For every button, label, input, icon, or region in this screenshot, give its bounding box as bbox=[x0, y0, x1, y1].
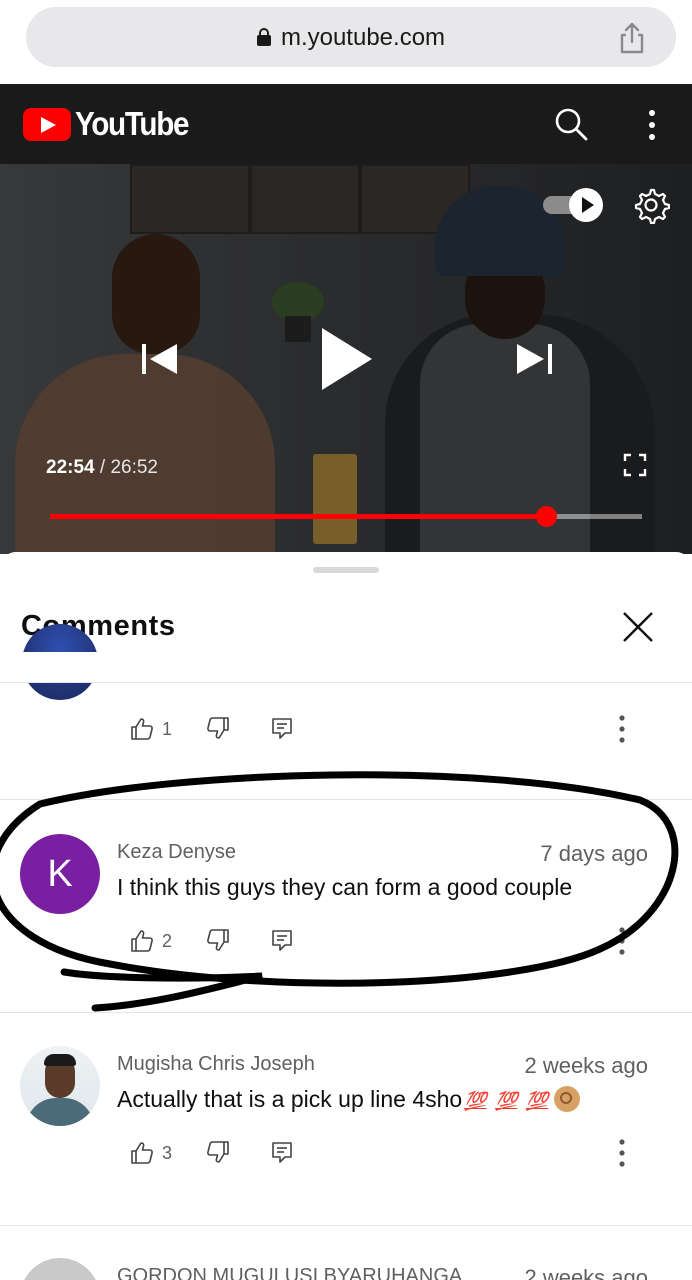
reply-icon bbox=[272, 1142, 292, 1163]
comment-divider bbox=[0, 799, 692, 800]
comment-actions: 2 bbox=[130, 928, 292, 954]
thumbs-down-icon bbox=[207, 1141, 229, 1163]
scroll-mask bbox=[0, 652, 692, 682]
avatar[interactable] bbox=[20, 1046, 100, 1126]
like-button[interactable]: 2 bbox=[130, 929, 172, 953]
avatar[interactable] bbox=[20, 1258, 100, 1280]
comment-author[interactable]: GORDON MUGULUSI BYARUHANGA bbox=[117, 1265, 462, 1280]
hundred-points-emoji: 💯 bbox=[464, 1091, 487, 1111]
hundred-points-emoji: 💯 bbox=[525, 1091, 549, 1111]
comments-panel: Comments 1 K Keza Denyse 7 days ago I th… bbox=[0, 552, 692, 1280]
comment-actions: 3 bbox=[130, 1140, 292, 1166]
dislike-button[interactable] bbox=[206, 928, 230, 952]
fullscreen-icon[interactable] bbox=[623, 453, 647, 477]
share-icon[interactable] bbox=[616, 21, 648, 55]
reply-button[interactable] bbox=[270, 716, 294, 740]
next-icon[interactable] bbox=[514, 342, 554, 376]
video-player[interactable]: 22:54 / 26:52 bbox=[0, 164, 692, 554]
progress-played bbox=[50, 514, 546, 519]
avatar-letter: K bbox=[47, 853, 73, 895]
comment-author[interactable]: Mugisha Chris Joseph bbox=[117, 1053, 315, 1076]
dislike-button[interactable] bbox=[206, 1140, 230, 1164]
comment-more-icon[interactable] bbox=[612, 1138, 632, 1168]
youtube-logo-icon bbox=[23, 107, 71, 141]
comment-actions: 1 bbox=[130, 716, 292, 742]
hundred-points-emoji: 💯 bbox=[495, 1091, 518, 1111]
current-time: 22:54 bbox=[46, 457, 95, 478]
like-count: 3 bbox=[162, 1142, 173, 1163]
comment-time: 2 weeks ago bbox=[524, 1053, 648, 1078]
comment-item: GORDON MUGULUSI BYARUHANGA 2 weeks ago bbox=[0, 1246, 692, 1280]
ok-hand-emoji bbox=[554, 1086, 581, 1112]
url-display[interactable]: m.youtube.com bbox=[26, 24, 676, 52]
like-button[interactable]: 1 bbox=[130, 717, 172, 741]
comment-item: K Keza Denyse 7 days ago I think this gu… bbox=[0, 822, 692, 992]
comment-divider bbox=[0, 1225, 692, 1226]
time-separator: / bbox=[99, 457, 106, 478]
header-divider-shadow bbox=[0, 682, 692, 683]
close-icon[interactable] bbox=[620, 609, 656, 645]
progress-bar[interactable] bbox=[50, 506, 642, 527]
comment-item: Mugisha Chris Joseph 2 weeks ago Actuall… bbox=[0, 1034, 692, 1204]
comment-divider bbox=[0, 1012, 692, 1013]
comment-more-icon[interactable] bbox=[612, 714, 632, 744]
settings-gear-icon[interactable] bbox=[632, 186, 670, 224]
lock-icon bbox=[256, 28, 271, 46]
play-icon[interactable] bbox=[318, 326, 374, 392]
comment-time: 7 days ago bbox=[540, 841, 648, 866]
address-bar[interactable]: m.youtube.com bbox=[26, 7, 676, 67]
duration: 26:52 bbox=[110, 457, 158, 478]
comment-text: I think this guys they can form a good c… bbox=[117, 874, 573, 900]
like-count: 1 bbox=[162, 718, 173, 739]
reply-icon bbox=[272, 718, 292, 739]
thumbs-up-icon bbox=[131, 1142, 153, 1164]
previous-icon[interactable] bbox=[140, 342, 180, 376]
youtube-logo[interactable]: YouTube bbox=[23, 105, 201, 142]
progress-scrubber[interactable] bbox=[535, 506, 557, 527]
more-vertical-icon[interactable] bbox=[640, 108, 664, 142]
avatar[interactable]: K bbox=[20, 834, 100, 914]
comment-text-body: Actually that is a pick up line 4sho bbox=[117, 1086, 463, 1112]
youtube-wordmark: YouTube bbox=[75, 105, 190, 142]
like-count: 2 bbox=[162, 930, 173, 951]
thumbs-up-icon bbox=[131, 718, 153, 740]
reply-button[interactable] bbox=[270, 928, 294, 952]
like-button[interactable]: 3 bbox=[130, 1141, 172, 1165]
browser-bar: m.youtube.com bbox=[0, 0, 692, 84]
autoplay-toggle-icon[interactable] bbox=[543, 188, 603, 222]
comment-item: 1 bbox=[0, 624, 692, 802]
thumbs-up-icon bbox=[131, 930, 153, 952]
comment-more-icon[interactable] bbox=[612, 926, 632, 956]
reply-icon bbox=[272, 930, 292, 951]
reply-button[interactable] bbox=[270, 1140, 294, 1164]
playback-time: 22:54 / 26:52 bbox=[46, 457, 158, 479]
youtube-header: YouTube bbox=[0, 84, 692, 164]
comment-author[interactable]: Keza Denyse bbox=[117, 841, 236, 864]
drag-handle[interactable] bbox=[313, 567, 379, 573]
comment-text: Actually that is a pick up line 4sho 💯 💯 … bbox=[117, 1086, 581, 1113]
dislike-button[interactable] bbox=[206, 716, 230, 740]
thumbs-down-icon bbox=[207, 929, 229, 951]
thumbs-down-icon bbox=[207, 717, 229, 739]
search-icon[interactable] bbox=[553, 106, 589, 142]
url-text: m.youtube.com bbox=[280, 24, 446, 51]
comment-time: 2 weeks ago bbox=[524, 1265, 648, 1280]
